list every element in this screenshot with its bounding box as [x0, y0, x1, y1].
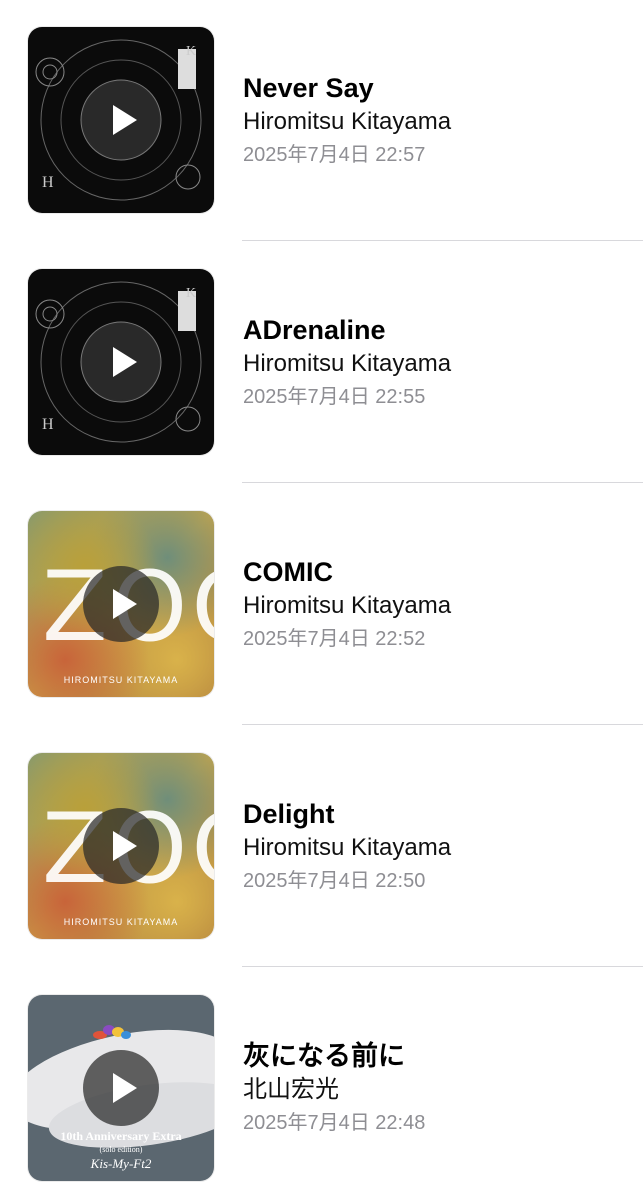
row-divider: [242, 966, 643, 967]
album-art-artist: HIROMITSU KITAYAMA: [63, 675, 179, 685]
track-date: 2025年7月4日 22:57: [243, 144, 426, 166]
track-date: 2025年7月4日 22:50: [243, 870, 426, 892]
play-icon[interactable]: [83, 82, 159, 158]
album-art[interactable]: ZOO HIROMITSU KITAYAMA: [28, 753, 214, 939]
track-row[interactable]: K H ADrenaline Hiromitsu Kitayama 2025年7…: [0, 242, 643, 484]
track-title: COMIC: [243, 557, 333, 587]
track-artist: 北山宏光: [243, 1076, 339, 1103]
track-date: 2025年7月4日 22:55: [243, 386, 426, 408]
play-icon[interactable]: [83, 808, 159, 884]
track-artist: Hiromitsu Kitayama: [243, 592, 452, 619]
play-icon[interactable]: [83, 324, 159, 400]
track-artist: Hiromitsu Kitayama: [243, 350, 452, 377]
album-art[interactable]: K H: [28, 27, 214, 213]
svg-text:K: K: [186, 286, 196, 301]
album-art[interactable]: 10th Anniversary Extra (solo edition) Ki…: [28, 995, 214, 1181]
track-artist: Hiromitsu Kitayama: [243, 834, 452, 861]
album-art-title: 10th Anniversary Extra: [60, 1129, 182, 1143]
track-row[interactable]: 10th Anniversary Extra (solo edition) Ki…: [0, 968, 643, 1200]
play-icon[interactable]: [83, 1050, 159, 1126]
track-meta: Delight Hiromitsu Kitayama 2025年7月4日 22:…: [243, 798, 451, 897]
play-icon[interactable]: [83, 566, 159, 642]
row-divider: [242, 724, 643, 725]
album-art[interactable]: K H: [28, 269, 214, 455]
track-date: 2025年7月4日 22:48: [243, 1112, 426, 1134]
row-divider: [242, 240, 643, 241]
track-meta: COMIC Hiromitsu Kitayama 2025年7月4日 22:52: [243, 556, 451, 655]
flower-icon: [93, 1025, 131, 1039]
album-art-group: Kis-My-Ft2: [90, 1156, 152, 1171]
track-artist: Hiromitsu Kitayama: [243, 108, 452, 135]
track-row[interactable]: K H Never Say Hiromitsu Kitayama 2025年7月…: [0, 0, 643, 242]
track-row[interactable]: ZOO HIROMITSU KITAYAMA COMIC Hiromitsu K…: [0, 484, 643, 726]
svg-text:H: H: [42, 174, 54, 191]
row-divider: [242, 482, 643, 483]
recent-tracks-list: K H Never Say Hiromitsu Kitayama 2025年7月…: [0, 0, 643, 1200]
track-title: 灰になる前に: [243, 1041, 405, 1071]
track-title: Delight: [243, 799, 335, 829]
album-art-artist: HIROMITSU KITAYAMA: [63, 917, 179, 927]
track-date: 2025年7月4日 22:52: [243, 628, 426, 650]
track-meta: Never Say Hiromitsu Kitayama 2025年7月4日 2…: [243, 72, 451, 171]
track-title: ADrenaline: [243, 315, 386, 345]
track-title: Never Say: [243, 73, 374, 103]
album-art-edition: (solo edition): [99, 1145, 143, 1154]
track-row[interactable]: ZOO HIROMITSU KITAYAMA Delight Hiromitsu…: [0, 726, 643, 968]
album-art[interactable]: ZOO HIROMITSU KITAYAMA: [28, 511, 214, 697]
svg-text:K: K: [186, 44, 196, 59]
track-meta: 灰になる前に 北山宏光 2025年7月4日 22:48: [243, 1040, 425, 1139]
track-meta: ADrenaline Hiromitsu Kitayama 2025年7月4日 …: [243, 314, 451, 413]
svg-text:H: H: [42, 416, 54, 433]
